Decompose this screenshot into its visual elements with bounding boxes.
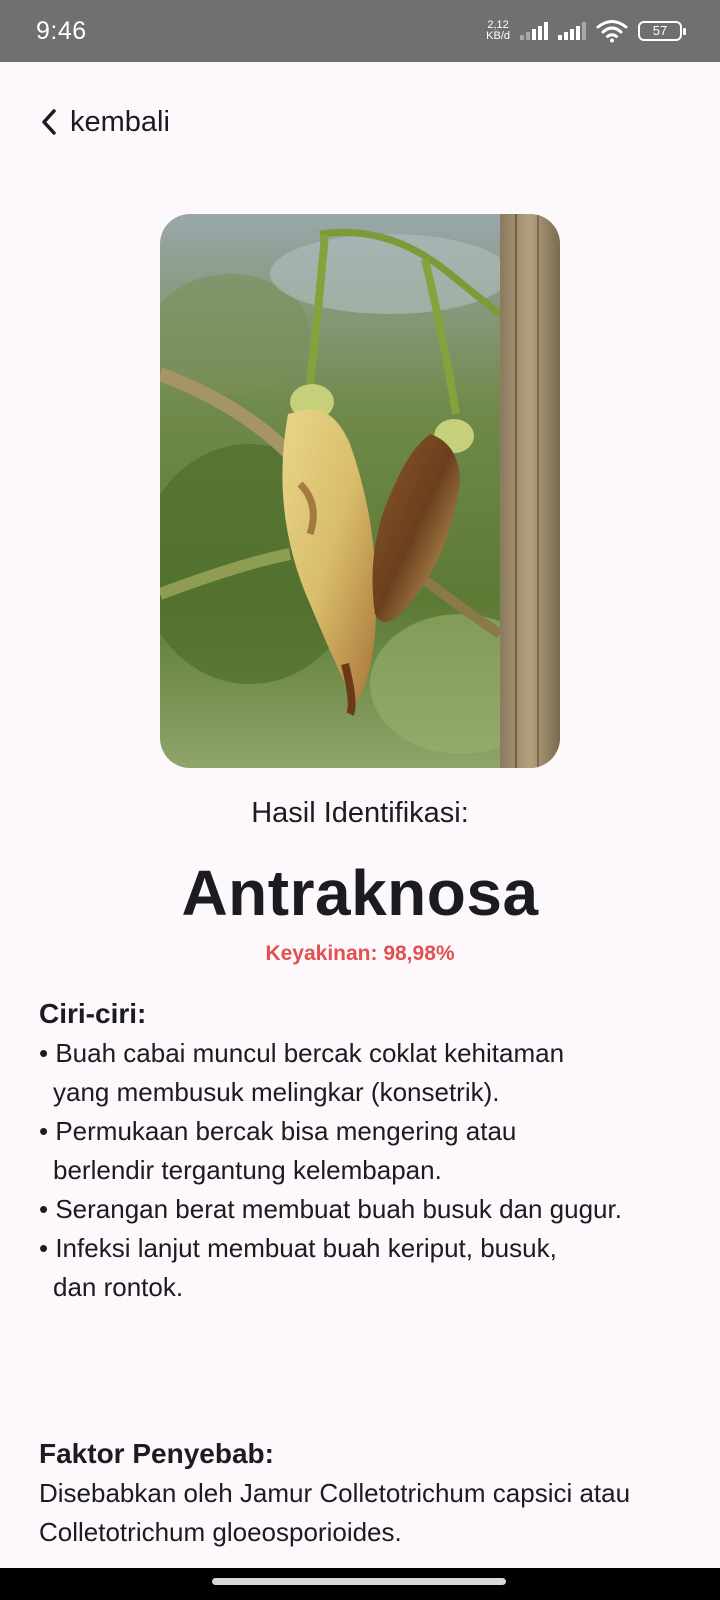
wifi-icon bbox=[596, 20, 628, 43]
status-time: 9:46 bbox=[36, 16, 87, 45]
characteristics-line: • Buah cabai muncul bercak coklat kehita… bbox=[39, 1038, 565, 1068]
characteristics-line: • Serangan berat membuat buah busuk dan … bbox=[39, 1194, 622, 1224]
chevron-left-icon bbox=[42, 109, 56, 135]
characteristics-line: dan rontok. bbox=[53, 1272, 184, 1302]
confidence-score: Keyakinan: 98,98% bbox=[265, 942, 455, 965]
battery-level: 57 bbox=[652, 23, 668, 38]
characteristics-title: Ciri-ciri: bbox=[39, 998, 147, 1029]
network-speed: 2,12 KB/d bbox=[486, 20, 510, 42]
cause-text: Disebabkan oleh Jamur Colletotrichum cap… bbox=[39, 1478, 631, 1547]
characteristics-line: • Infeksi lanjut membuat buah keriput, b… bbox=[39, 1233, 557, 1263]
network-speed-unit: KB/d bbox=[486, 30, 510, 42]
cause-title: Faktor Penyebab: bbox=[39, 1438, 274, 1469]
result-heading: Hasil Identifikasi: bbox=[251, 797, 469, 829]
status-icons: 2,12 KB/d 57 bbox=[486, 19, 686, 43]
signal-icon-2 bbox=[558, 22, 586, 40]
home-gesture-handle[interactable] bbox=[212, 1578, 506, 1585]
signal-icon bbox=[520, 22, 548, 40]
status-bar: 9:46 2,12 KB/d 57 bbox=[0, 0, 720, 62]
back-button[interactable]: kembali bbox=[38, 100, 170, 144]
characteristics-list: • Buah cabai muncul bercak coklat kehita… bbox=[39, 1034, 689, 1307]
cause-section: Faktor Penyebab: Disebabkan oleh Jamur C… bbox=[39, 1434, 689, 1552]
system-nav-bar bbox=[0, 1568, 720, 1600]
characteristics-line: • Permukaan bercak bisa mengering atau bbox=[39, 1116, 517, 1146]
characteristics-section: Ciri-ciri: • Buah cabai muncul bercak co… bbox=[39, 994, 689, 1307]
disease-name: Antraknosa bbox=[181, 857, 539, 929]
characteristics-line: berlendir tergantung kelembapan. bbox=[53, 1155, 442, 1185]
back-label: kembali bbox=[70, 105, 170, 138]
characteristics-line: yang membusuk melingkar (konsetrik). bbox=[53, 1077, 500, 1107]
battery-icon: 57 bbox=[638, 21, 686, 41]
disease-photo bbox=[160, 214, 560, 768]
